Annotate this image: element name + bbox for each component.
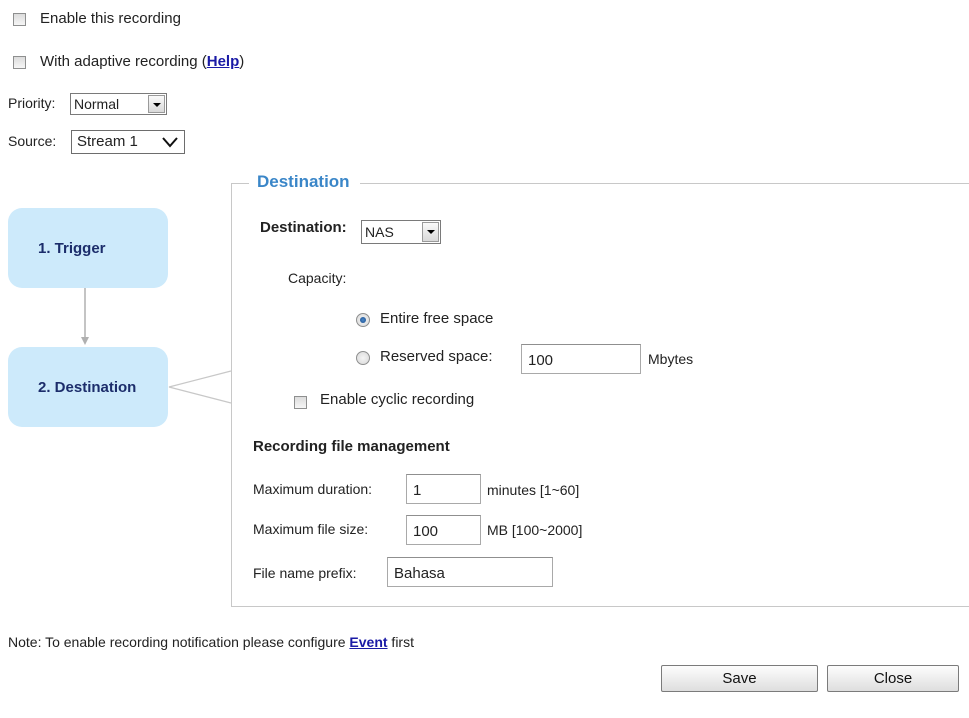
save-button[interactable]: Save [661, 665, 818, 692]
enable-recording-label: Enable this recording [40, 10, 181, 27]
step-destination[interactable]: 2. Destination [8, 347, 168, 427]
priority-select[interactable]: Normal [70, 93, 167, 115]
step-pointer-wedge [168, 370, 232, 404]
priority-value: Normal [74, 96, 120, 112]
step-destination-label: 2. Destination [38, 379, 137, 396]
step-connector-arrow [81, 288, 89, 345]
entire-free-space-label: Entire free space [380, 310, 494, 327]
adaptive-recording-checkbox[interactable] [13, 56, 26, 69]
max-duration-unit: minutes [1~60] [487, 482, 580, 498]
event-link[interactable]: Event [349, 634, 387, 650]
enable-recording-checkbox[interactable] [13, 13, 26, 26]
file-name-prefix-value: Bahasa [394, 565, 445, 582]
destination-value: NAS [365, 224, 394, 240]
destination-label: Destination: [260, 219, 347, 236]
close-button[interactable]: Close [827, 665, 959, 692]
note-text: Note: To enable recording notification p… [8, 634, 350, 650]
destination-legend: Destination [249, 172, 360, 192]
dropdown-arrow-icon[interactable] [422, 222, 439, 242]
max-file-size-unit: MB [100~2000] [487, 522, 583, 538]
source-label: Source: [8, 133, 57, 149]
source-value: Stream 1 [77, 133, 138, 150]
capacity-label: Capacity: [288, 270, 347, 286]
max-file-size-label: Maximum file size: [253, 521, 369, 537]
priority-label: Priority: [8, 95, 56, 111]
reserved-space-unit: Mbytes [648, 351, 694, 367]
destination-select[interactable]: NAS [361, 220, 441, 244]
reserved-space-radio[interactable] [356, 351, 370, 365]
step-trigger[interactable]: 1. Trigger [8, 208, 168, 288]
max-file-size-value: 100 [413, 523, 439, 540]
cyclic-recording-checkbox[interactable] [294, 396, 307, 409]
cyclic-recording-label: Enable cyclic recording [320, 391, 475, 408]
adaptive-recording-text: With adaptive recording ( [40, 53, 207, 70]
reserved-space-label: Reserved space: [380, 348, 493, 365]
max-duration-input[interactable]: 1 [406, 474, 481, 504]
max-file-size-input[interactable]: 100 [406, 515, 481, 545]
chevron-down-icon [162, 137, 178, 148]
file-management-heading: Recording file management [253, 438, 450, 455]
max-duration-value: 1 [413, 482, 422, 499]
file-name-prefix-input[interactable]: Bahasa [387, 557, 553, 587]
file-name-prefix-label: File name prefix: [253, 565, 357, 581]
adaptive-recording-paren: ) [239, 53, 245, 70]
adaptive-recording-label: With adaptive recording (Help) [40, 53, 244, 70]
entire-free-space-radio[interactable] [356, 313, 370, 327]
help-link[interactable]: Help [207, 53, 240, 70]
reserved-space-input[interactable]: 100 [521, 344, 641, 374]
source-select[interactable]: Stream 1 [71, 130, 185, 154]
max-duration-label: Maximum duration: [253, 481, 373, 497]
dropdown-arrow-icon[interactable] [148, 95, 165, 113]
recording-note: Note: To enable recording notification p… [8, 634, 414, 650]
reserved-space-value: 100 [528, 352, 554, 369]
step-trigger-label: 1. Trigger [38, 240, 106, 257]
note-end: first [387, 634, 414, 650]
